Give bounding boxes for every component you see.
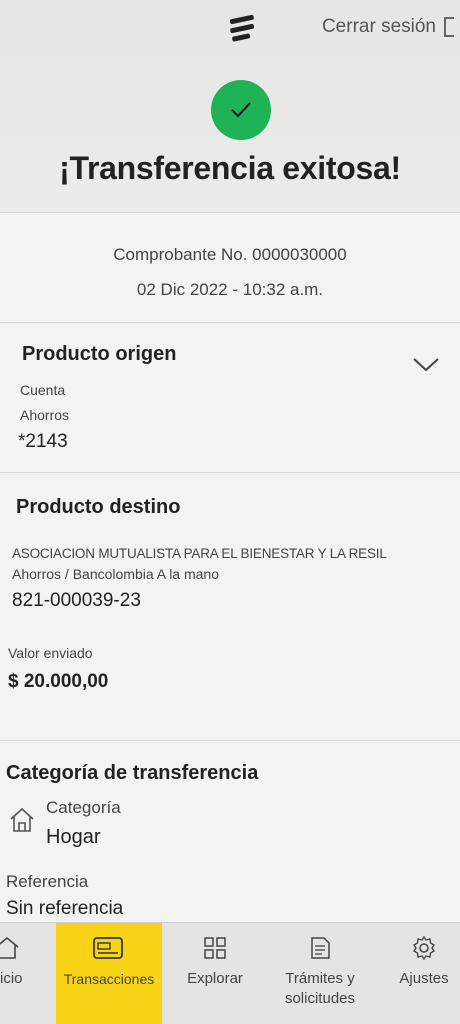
nav-item-explorar[interactable]: Explorar <box>176 923 254 1024</box>
destination-name: ASOCIACION MUTUALISTA PARA EL BIENESTAR … <box>12 546 387 561</box>
logout-button[interactable]: Cerrar sesión <box>322 16 454 38</box>
category-label: Categoría <box>46 798 121 817</box>
divider <box>0 472 460 473</box>
voucher-number: Comprobante No. 0000030000 <box>113 245 347 264</box>
nav-label: Trámites y solicitudes <box>284 970 356 1007</box>
voucher-datetime: 02 Dic 2022 - 10:32 a.m. <box>136 280 324 299</box>
home-icon <box>8 806 36 834</box>
reference-value: Sin referencia <box>6 898 124 914</box>
category-section-title: Categoría de transferencia <box>6 762 259 784</box>
nav-label: Ajustes <box>399 970 449 987</box>
nav-label: Explorar <box>187 970 243 987</box>
voucher-info: Comprobante No. 0000030000 02 Dic 2022 -… <box>0 245 460 300</box>
divider <box>0 740 460 741</box>
origin-section-title[interactable]: Producto origen <box>22 343 176 366</box>
nav-item-inicio[interactable]: icio <box>0 923 30 1024</box>
page-title: ¡Transferencia exitosa! <box>59 150 401 186</box>
origin-account-type: Ahorros <box>20 407 70 423</box>
check-circle-icon <box>211 80 271 140</box>
home-icon <box>0 935 20 961</box>
chevron-down-icon[interactable] <box>412 356 440 374</box>
nav-label: Transacciones <box>63 971 155 987</box>
bancolombia-logo-icon <box>226 12 258 44</box>
nav-item-ajustes[interactable]: Ajustes <box>390 923 458 1024</box>
nav-item-transacciones[interactable]: Transacciones <box>56 923 162 1024</box>
amount-value: $ 20.000,00 <box>8 671 109 692</box>
nav-label: icio <box>0 970 23 987</box>
reference-label: Referencia <box>6 872 89 891</box>
logout-label: Cerrar sesión <box>321 16 436 37</box>
origin-account-label: Cuenta <box>20 382 66 398</box>
destination-account-number: 821-000039-23 <box>12 590 141 611</box>
gear-icon <box>411 935 437 961</box>
origin-account-number: *2143 <box>18 431 68 452</box>
bottom-nav: icio Transacciones Explorar Trámites y s… <box>0 922 460 1024</box>
amount-label: Valor enviado <box>8 645 93 661</box>
divider <box>0 322 460 323</box>
top-bar: Cerrar sesión <box>0 0 460 60</box>
category-value: Hogar <box>46 826 101 848</box>
document-icon <box>307 935 333 961</box>
destination-account-type: Ahorros / Bancolombia A la mano <box>12 566 220 582</box>
destination-section-title: Producto destino <box>16 496 181 518</box>
logout-icon <box>444 17 454 37</box>
nav-item-tramites[interactable]: Trámites y solicitudes <box>268 923 372 1024</box>
wallet-card-icon <box>93 935 123 961</box>
grid-icon <box>202 935 228 961</box>
